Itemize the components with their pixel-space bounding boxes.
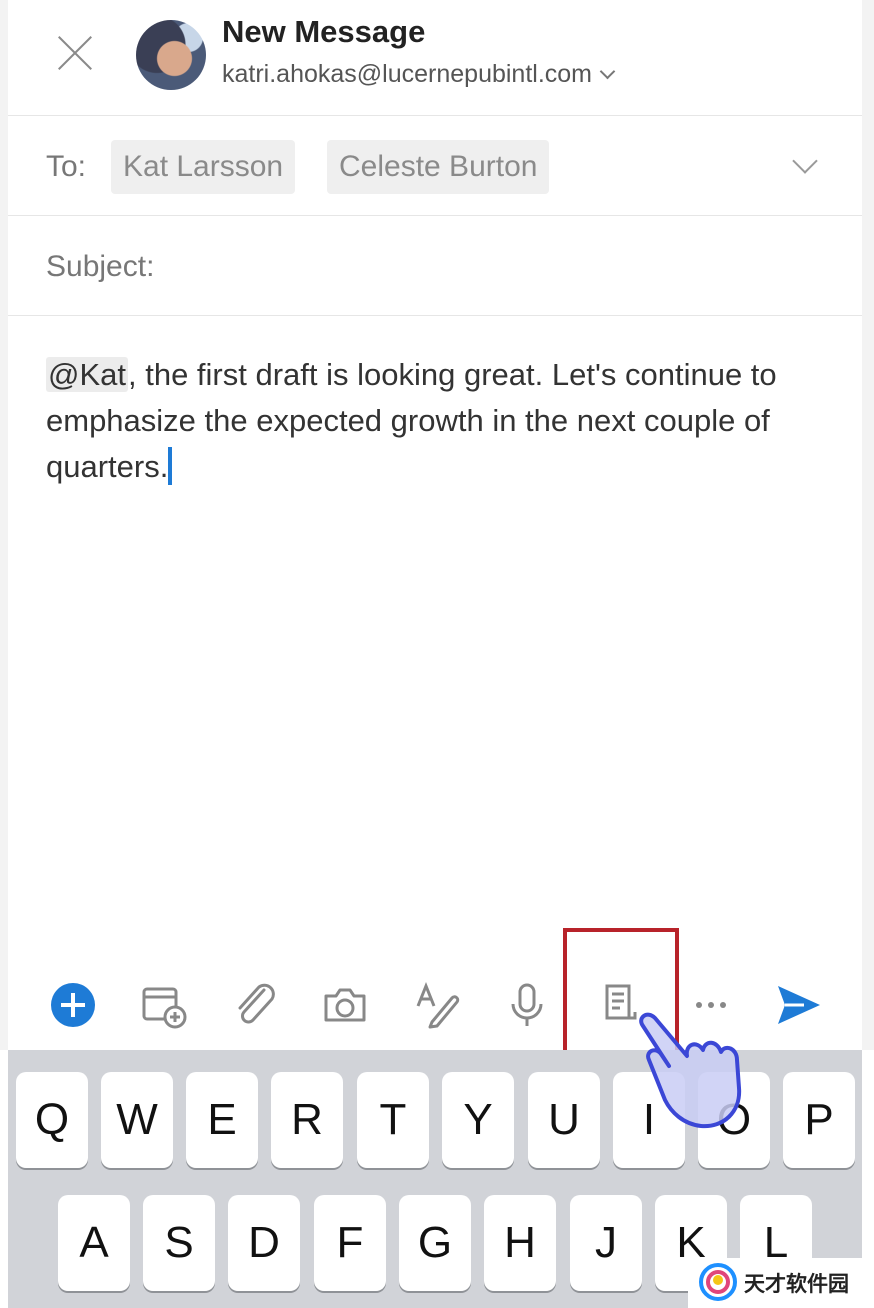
- to-label: To:: [46, 150, 87, 183]
- key-g[interactable]: G: [399, 1195, 471, 1291]
- key-j[interactable]: J: [570, 1195, 642, 1291]
- camera-icon[interactable]: [318, 978, 372, 1032]
- key-y[interactable]: Y: [442, 1072, 514, 1168]
- subject-field[interactable]: Subject:: [8, 216, 862, 316]
- key-e[interactable]: E: [186, 1072, 258, 1168]
- close-icon[interactable]: [50, 28, 100, 78]
- key-d[interactable]: D: [228, 1195, 300, 1291]
- right-frame-edge: [862, 0, 874, 1050]
- page-title: New Message: [222, 14, 426, 49]
- from-address: katri.ahokas@lucernepubintl.com: [222, 60, 593, 88]
- watermark-logo-icon: [699, 1263, 737, 1301]
- from-account-selector[interactable]: katri.ahokas@lucernepubintl.com: [222, 60, 616, 89]
- key-t[interactable]: T: [357, 1072, 429, 1168]
- to-field[interactable]: To: Kat Larsson Celeste Burton: [8, 116, 862, 216]
- left-frame-edge: [0, 0, 8, 1050]
- microphone-icon[interactable]: [500, 978, 554, 1032]
- key-h[interactable]: H: [484, 1195, 556, 1291]
- mention-tag[interactable]: @Kat: [46, 357, 128, 392]
- key-r[interactable]: R: [271, 1072, 343, 1168]
- attach-icon[interactable]: [228, 978, 282, 1032]
- watermark: 天才软件园: [688, 1258, 874, 1308]
- avatar[interactable]: [136, 20, 206, 90]
- recipient-chip[interactable]: Celeste Burton: [327, 140, 550, 194]
- format-text-icon[interactable]: [410, 978, 464, 1032]
- key-w[interactable]: W: [101, 1072, 173, 1168]
- key-s[interactable]: S: [143, 1195, 215, 1291]
- add-icon[interactable]: [46, 978, 100, 1032]
- subject-label: Subject:: [46, 250, 155, 283]
- calendar-add-icon[interactable]: [136, 978, 190, 1032]
- recipient-chip[interactable]: Kat Larsson: [111, 140, 296, 194]
- key-u[interactable]: U: [528, 1072, 600, 1168]
- text-cursor: [168, 447, 173, 485]
- compose-header: New Message katri.ahokas@lucernepubintl.…: [8, 0, 862, 116]
- key-a[interactable]: A: [58, 1195, 130, 1291]
- send-icon[interactable]: [772, 978, 826, 1032]
- message-body[interactable]: @Kat, the first draft is looking great. …: [46, 352, 846, 490]
- key-q[interactable]: Q: [16, 1072, 88, 1168]
- pointing-hand-icon: [625, 1000, 765, 1140]
- chevron-down-icon: [599, 63, 616, 80]
- expand-recipients-chevron-icon[interactable]: [792, 148, 818, 174]
- body-text: , the first draft is looking great. Let'…: [46, 357, 777, 484]
- key-p[interactable]: P: [783, 1072, 855, 1168]
- watermark-text: 天才软件园: [744, 1273, 849, 1296]
- key-f[interactable]: F: [314, 1195, 386, 1291]
